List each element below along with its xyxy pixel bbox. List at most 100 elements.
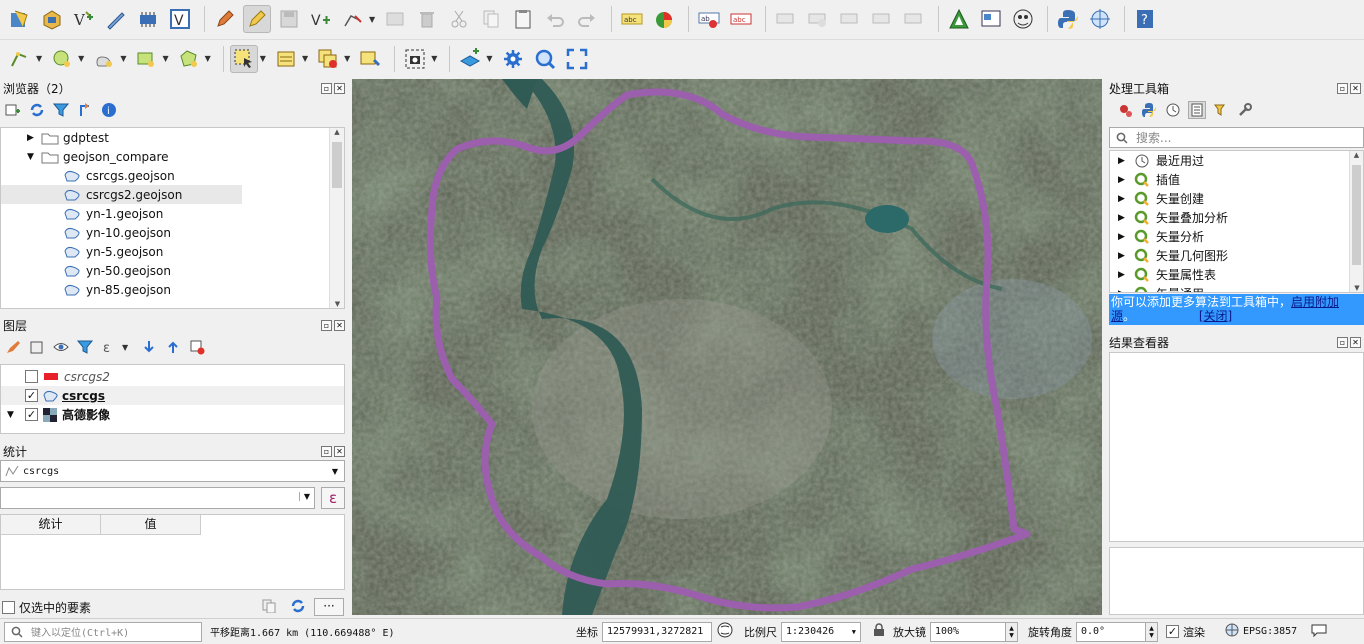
edit-pencil-icon[interactable] <box>211 5 239 33</box>
stats-layer-combobox[interactable]: csrcgs ▼ <box>0 460 345 482</box>
label-highlight-icon[interactable]: ab <box>695 5 723 33</box>
diagram-icon[interactable] <box>650 5 678 33</box>
open-project-icon[interactable] <box>6 5 34 33</box>
close-panel-icon[interactable]: ✕ <box>334 82 345 94</box>
history-clock-icon[interactable] <box>1164 101 1182 119</box>
more-options-button[interactable]: ··· <box>314 598 344 616</box>
new-shapefile-icon[interactable]: V <box>70 5 98 33</box>
locator-input[interactable]: 键入以定位(Ctrl+K) <box>4 621 202 642</box>
expand-arrow-icon[interactable]: ▶ <box>1118 251 1134 261</box>
crosshair-globe-icon[interactable] <box>1086 5 1114 33</box>
visibility-eye-icon[interactable] <box>52 338 70 356</box>
select-by-expression-icon[interactable] <box>272 45 300 73</box>
map-canvas[interactable] <box>352 79 1102 615</box>
rotate-label-icon[interactable] <box>868 5 896 33</box>
tree-row-file[interactable]: yn-1.geojson <box>1 204 329 223</box>
only-selected-checkbox[interactable] <box>2 600 15 614</box>
vector-tool-icon[interactable]: V <box>166 5 194 33</box>
spin-up-icon[interactable]: ▲ <box>1009 625 1014 632</box>
models-gear-icon[interactable] <box>1116 101 1134 119</box>
copy-icon[interactable] <box>262 599 276 616</box>
float-panel-icon[interactable]: ▫ <box>321 82 332 94</box>
banner-close-link[interactable]: [关闭] <box>1199 309 1232 323</box>
dropdown-arrow-icon[interactable]: ▼ <box>162 54 168 63</box>
layer-visibility-checkbox[interactable]: ✓ <box>25 408 38 421</box>
toolbox-item-vector-overlay[interactable]: ▶ 矢量叠加分析 <box>1110 208 1350 227</box>
crs-globe-icon[interactable] <box>1225 623 1239 640</box>
toggle-editing-icon[interactable] <box>243 5 271 33</box>
expand-arrow-icon[interactable]: ▶ <box>1118 175 1134 185</box>
toolbox-item-vector-geometry[interactable]: ▶ 矢量几何图形 <box>1110 246 1350 265</box>
coordinate-toggle-icon[interactable] <box>716 621 734 642</box>
results-list[interactable] <box>1109 352 1364 542</box>
toolbox-item-vector-table[interactable]: ▶ 矢量属性表 <box>1110 265 1350 284</box>
toolbox-item-vector-general[interactable]: ▶ 矢量通用 <box>1110 284 1350 292</box>
dropdown-arrow-icon[interactable]: ▼ <box>122 343 128 352</box>
magnifier-spinner[interactable]: ▲ ▼ <box>1006 621 1018 642</box>
expand-all-icon[interactable] <box>140 338 158 356</box>
magnifier-field[interactable]: 100% <box>930 621 1006 642</box>
plugin-globe-icon[interactable] <box>1009 5 1037 33</box>
style-brush-icon[interactable] <box>4 338 22 356</box>
close-panel-icon[interactable]: ✕ <box>1350 82 1361 94</box>
tree-row-geojson-compare[interactable]: ▼ geojson_compare <box>1 147 329 166</box>
expand-arrow-icon[interactable]: ▶ <box>1118 156 1134 166</box>
label-pin-icon[interactable]: abc <box>727 5 755 33</box>
layout-manager-icon[interactable] <box>977 5 1005 33</box>
float-panel-icon[interactable]: ▫ <box>321 319 332 331</box>
toolbox-item-recent[interactable]: ▶ 最近用过 <box>1110 151 1350 170</box>
expand-arrow-icon[interactable]: ▶ <box>1118 270 1134 280</box>
move-label-icon[interactable] <box>836 5 864 33</box>
expand-arrow-icon[interactable]: ▶ <box>1118 232 1134 242</box>
scroll-up-icon[interactable]: ▲ <box>1350 151 1363 159</box>
toolbox-search[interactable]: 搜索... <box>1109 127 1364 148</box>
geometry-checker-icon[interactable] <box>945 5 973 33</box>
layer-row-gaode-imagery[interactable]: ▼ ✓ 高德影像 <box>1 405 344 424</box>
cut-features-icon[interactable] <box>445 5 473 33</box>
rotation-field[interactable]: 0.0° <box>1076 621 1146 642</box>
filter-legend-icon[interactable] <box>76 338 94 356</box>
zoom-search-icon[interactable] <box>531 45 559 73</box>
tree-row-file[interactable]: yn-5.geojson <box>1 242 329 261</box>
add-selected-layers-icon[interactable] <box>4 101 22 119</box>
column-header-stat[interactable]: 统计 <box>1 515 101 535</box>
select-location-icon[interactable] <box>356 45 384 73</box>
expand-arrow-icon[interactable]: ▶ <box>1118 213 1134 223</box>
scroll-thumb[interactable] <box>332 142 342 188</box>
stats-field-combobox[interactable]: ▼ <box>0 487 315 509</box>
dropdown-arrow-icon[interactable]: ▼ <box>486 54 492 63</box>
show-hide-label-icon[interactable] <box>804 5 832 33</box>
scripts-python-icon[interactable] <box>1140 101 1158 119</box>
column-header-value[interactable]: 值 <box>101 515 201 535</box>
collapse-all-layers-icon[interactable] <box>164 338 182 356</box>
toolbox-item-interpolation[interactable]: ▶ 插值 <box>1110 170 1350 189</box>
redo-icon[interactable] <box>573 5 601 33</box>
layer-row-csrcgs[interactable]: ✓ csrcgs <box>1 386 344 405</box>
data-source-manager-icon[interactable] <box>38 5 66 33</box>
collapse-arrow-icon[interactable]: ▼ <box>7 410 25 420</box>
select-cloud-icon[interactable] <box>90 45 118 73</box>
modify-attributes-icon[interactable] <box>381 5 409 33</box>
options-wrench-icon[interactable] <box>1236 101 1254 119</box>
deselect-all-icon[interactable] <box>314 45 342 73</box>
dropdown-arrow-icon[interactable]: ▼ <box>302 54 308 63</box>
dropdown-arrow-icon[interactable]: ▼ <box>369 15 375 24</box>
measure-line-icon[interactable] <box>6 45 34 73</box>
results-viewer-icon[interactable] <box>1188 101 1206 119</box>
expression-filter-icon[interactable]: ε <box>100 338 118 356</box>
add-group-icon[interactable] <box>28 338 46 356</box>
crs-label[interactable]: EPSG:3857 <box>1243 626 1297 637</box>
layer-row-csrcgs2[interactable]: csrcgs2 <box>1 367 344 386</box>
messages-icon[interactable] <box>1311 623 1327 640</box>
scroll-thumb[interactable] <box>1352 165 1361 265</box>
pin-label-icon[interactable] <box>772 5 800 33</box>
spin-up-icon[interactable]: ▲ <box>1149 625 1154 632</box>
settings-gear-icon[interactable] <box>499 45 527 73</box>
tree-row-gdptest[interactable]: ▶ gdptest <box>1 128 329 147</box>
dropdown-arrow-icon[interactable]: ▼ <box>260 54 266 63</box>
coordinate-field[interactable]: 12579931,3272821 <box>602 621 712 642</box>
browser-scrollbar[interactable]: ▲ ▼ <box>329 128 344 308</box>
help-icon[interactable]: ? <box>1131 5 1159 33</box>
refresh-stats-icon[interactable] <box>290 598 306 617</box>
toolbox-item-vector-analysis[interactable]: ▶ 矢量分析 <box>1110 227 1350 246</box>
